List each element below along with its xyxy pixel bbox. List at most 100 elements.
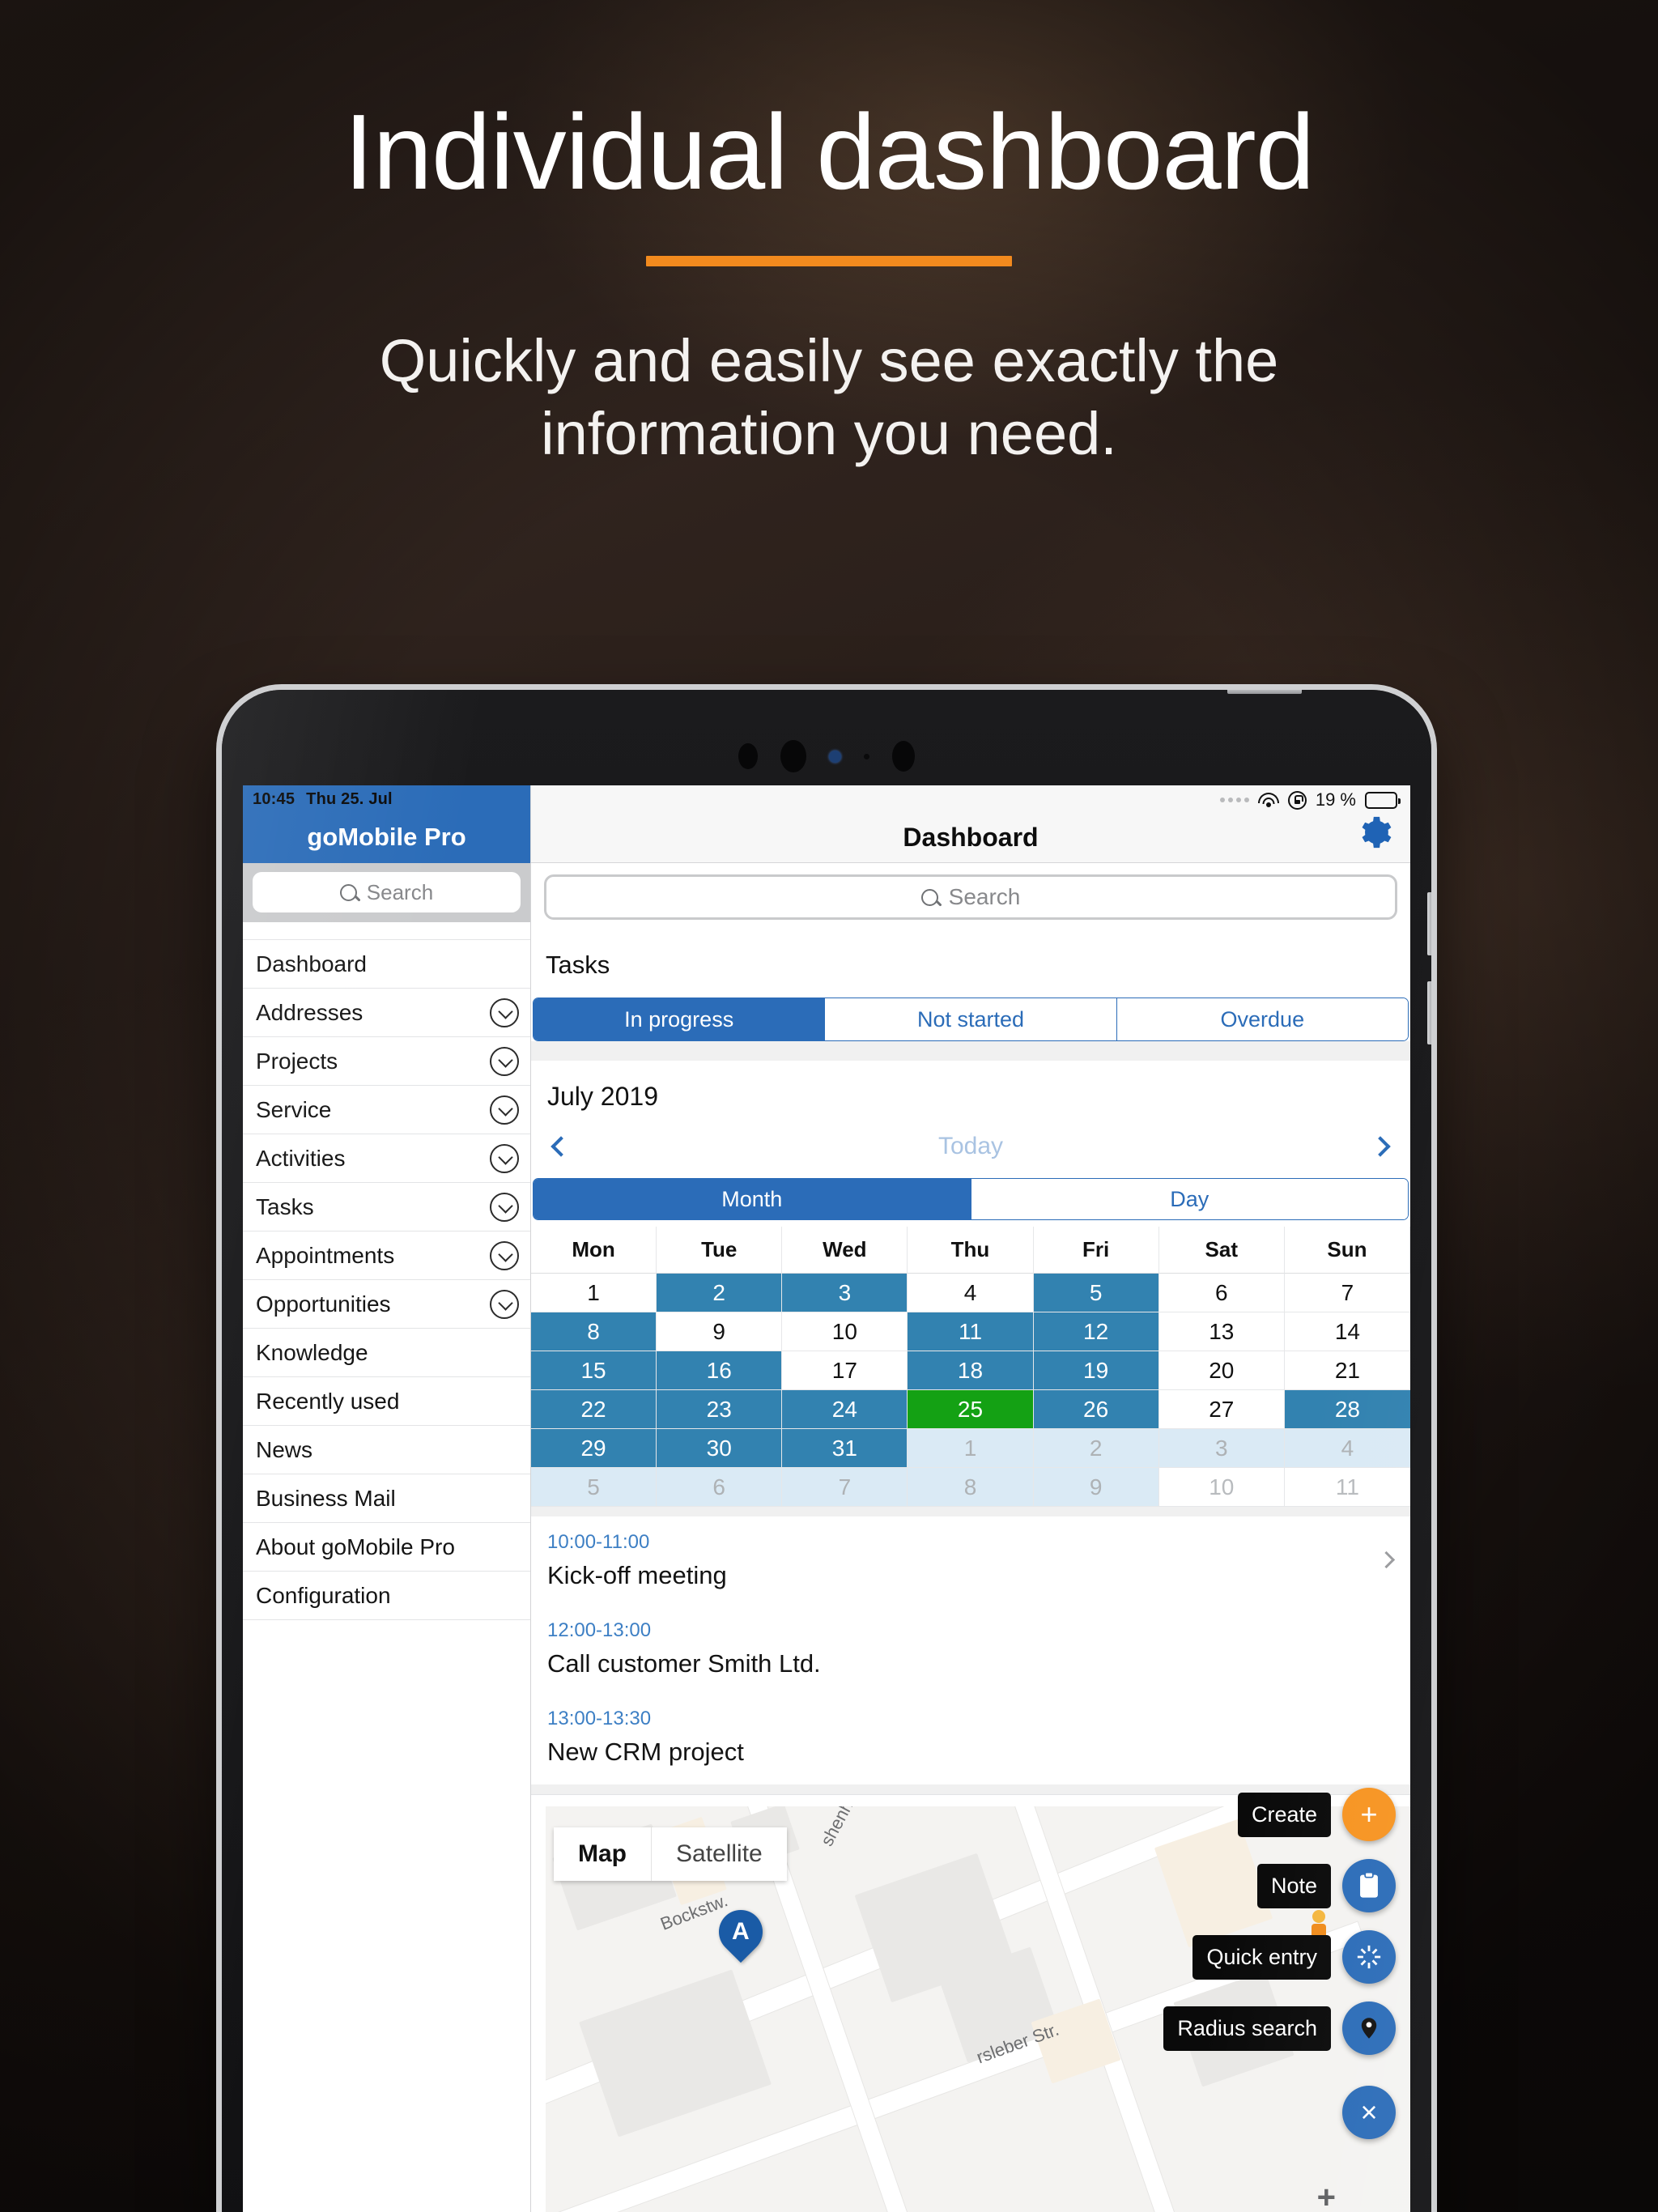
calendar-day-cell[interactable]: 14 [1284, 1312, 1410, 1351]
sidebar-item-addresses[interactable]: Addresses [243, 989, 530, 1037]
chevron-right-icon[interactable] [1370, 1136, 1391, 1157]
sidebar-item-dashboard[interactable]: Dashboard [243, 940, 530, 989]
calendar-day-cell[interactable]: 31 [782, 1429, 908, 1468]
close-icon: × [1360, 2095, 1378, 2129]
calendar-day-cell[interactable]: 21 [1284, 1351, 1410, 1390]
sidebar-item-label: About goMobile Pro [256, 1534, 455, 1559]
sidebar-item-service[interactable]: Service [243, 1086, 530, 1134]
sidebar-item-business-mail[interactable]: Business Mail [243, 1474, 530, 1523]
calendar-day-cell[interactable]: 10 [1158, 1468, 1285, 1507]
tab-not-started[interactable]: Not started [825, 998, 1117, 1040]
calendar-day-cell[interactable]: 9 [1033, 1468, 1159, 1507]
sidebar-item-tasks[interactable]: Tasks [243, 1183, 530, 1231]
close-fab-button[interactable]: × [1342, 2086, 1396, 2139]
tab-overdue[interactable]: Overdue [1116, 998, 1408, 1040]
calendar-day-cell[interactable]: 11 [1284, 1468, 1410, 1507]
sidebar-item-activities[interactable]: Activities [243, 1134, 530, 1183]
list-item[interactable]: 10:00-11:00 Kick-off meeting [531, 1516, 1410, 1605]
calendar-day-cell[interactable]: 16 [657, 1351, 783, 1390]
main-search-input[interactable]: Search [544, 874, 1397, 920]
appointment-name: New CRM project [547, 1738, 744, 1766]
calendar-day-cell[interactable]: 25 [908, 1390, 1034, 1429]
radius-search-button[interactable] [1342, 2001, 1396, 2055]
calendar-day-cell[interactable]: 6 [657, 1468, 783, 1507]
map-zoom-controls[interactable]: + − [1317, 2181, 1336, 2212]
tab-in-progress[interactable]: In progress [534, 998, 826, 1040]
calendar-day-cell[interactable]: 26 [1033, 1390, 1159, 1429]
note-button[interactable] [1342, 1859, 1396, 1912]
chevron-down-icon[interactable] [490, 998, 519, 1027]
chevron-down-icon[interactable] [490, 1192, 519, 1222]
calendar-day-cell[interactable]: 11 [908, 1312, 1034, 1351]
sidebar-item-knowledge[interactable]: Knowledge [243, 1329, 530, 1377]
calendar-day-cell[interactable]: 2 [657, 1274, 783, 1312]
sidebar-item-appointments[interactable]: Appointments [243, 1231, 530, 1280]
tab-month[interactable]: Month [534, 1179, 971, 1219]
calendar-day-cell[interactable]: 19 [1033, 1351, 1159, 1390]
quick-entry-button[interactable] [1342, 1930, 1396, 1984]
volume-down-button[interactable] [1427, 981, 1431, 1044]
sidebar-search-input[interactable]: Search [253, 872, 521, 912]
chevron-down-icon[interactable] [490, 1240, 519, 1270]
calendar-day-cell[interactable]: 18 [908, 1351, 1034, 1390]
list-item[interactable]: 12:00-13:00 Call customer Smith Ltd. [531, 1605, 1410, 1693]
zoom-in-button[interactable]: + [1317, 2181, 1336, 2212]
create-button[interactable]: + [1342, 1788, 1396, 1841]
status-bar-left: 10:45 Thu 25. Jul [253, 790, 393, 809]
chevron-down-icon[interactable] [490, 1046, 519, 1076]
calendar-day-cell[interactable]: 27 [1158, 1390, 1285, 1429]
calendar-day-cell[interactable]: 29 [531, 1429, 657, 1468]
page-title: Individual dashboard [343, 92, 1315, 211]
tab-map[interactable]: Map [554, 1827, 651, 1881]
sidebar-item-projects[interactable]: Projects [243, 1037, 530, 1086]
gear-icon[interactable] [1355, 814, 1392, 851]
power-button[interactable] [1227, 690, 1302, 694]
tab-satellite[interactable]: Satellite [651, 1827, 787, 1881]
calendar-day-cell[interactable]: 22 [531, 1390, 657, 1429]
calendar-day-cell[interactable]: 1 [908, 1429, 1034, 1468]
calendar-day-cell[interactable]: 7 [782, 1468, 908, 1507]
calendar-day-cell[interactable]: 8 [531, 1312, 657, 1351]
sidebar-item-about[interactable]: About goMobile Pro [243, 1523, 530, 1572]
calendar-day-cell[interactable]: 3 [1158, 1429, 1285, 1468]
calendar-day-cell[interactable]: 30 [657, 1429, 783, 1468]
chevron-down-icon[interactable] [490, 1143, 519, 1173]
calendar-day-cell[interactable]: 12 [1033, 1312, 1159, 1351]
calendar-day-cell[interactable]: 13 [1158, 1312, 1285, 1351]
calendar-day-cell[interactable]: 5 [1033, 1274, 1159, 1312]
calendar-day-cell[interactable]: 8 [908, 1468, 1034, 1507]
calendar-day-cell[interactable]: 7 [1284, 1274, 1410, 1312]
calendar-day-cell[interactable]: 28 [1284, 1390, 1410, 1429]
sidebar-item-news[interactable]: News [243, 1426, 530, 1474]
calendar-day-cell[interactable]: 10 [782, 1312, 908, 1351]
appointment-time: 12:00-13:00 [547, 1619, 652, 1641]
map-type-toggle: Map Satellite [554, 1827, 787, 1881]
calendar-today-button[interactable]: Today [938, 1133, 1003, 1160]
sidebar-item-opportunities[interactable]: Opportunities [243, 1280, 530, 1329]
calendar-day-cell[interactable]: 4 [908, 1274, 1034, 1312]
battery-icon [1365, 791, 1401, 809]
calendar-day-cell[interactable]: 2 [1033, 1429, 1159, 1468]
calendar-day-cell[interactable]: 1 [531, 1274, 657, 1312]
volume-up-button[interactable] [1427, 892, 1431, 955]
calendar-day-cell[interactable]: 3 [782, 1274, 908, 1312]
chevron-left-icon[interactable] [551, 1136, 572, 1157]
chevron-right-icon[interactable] [1377, 1551, 1396, 1569]
main-search-placeholder: Search [948, 884, 1021, 909]
calendar-day-cell[interactable]: 20 [1158, 1351, 1285, 1390]
chevron-down-icon[interactable] [490, 1289, 519, 1319]
sidebar-item-label: Recently used [256, 1388, 400, 1414]
calendar-day-cell[interactable]: 17 [782, 1351, 908, 1390]
calendar-day-cell[interactable]: 5 [531, 1468, 657, 1507]
sidebar-item-configuration[interactable]: Configuration [243, 1572, 530, 1620]
calendar-day-cell[interactable]: 6 [1158, 1274, 1285, 1312]
calendar-day-cell[interactable]: 24 [782, 1390, 908, 1429]
calendar-day-cell[interactable]: 15 [531, 1351, 657, 1390]
calendar-day-cell[interactable]: 4 [1284, 1429, 1410, 1468]
list-item[interactable]: 13:00-13:30 New CRM project [531, 1693, 1410, 1781]
sidebar-item-recently-used[interactable]: Recently used [243, 1377, 530, 1426]
chevron-down-icon[interactable] [490, 1095, 519, 1125]
calendar-day-cell[interactable]: 9 [657, 1312, 783, 1351]
calendar-day-cell[interactable]: 23 [657, 1390, 783, 1429]
tab-day[interactable]: Day [971, 1179, 1408, 1219]
